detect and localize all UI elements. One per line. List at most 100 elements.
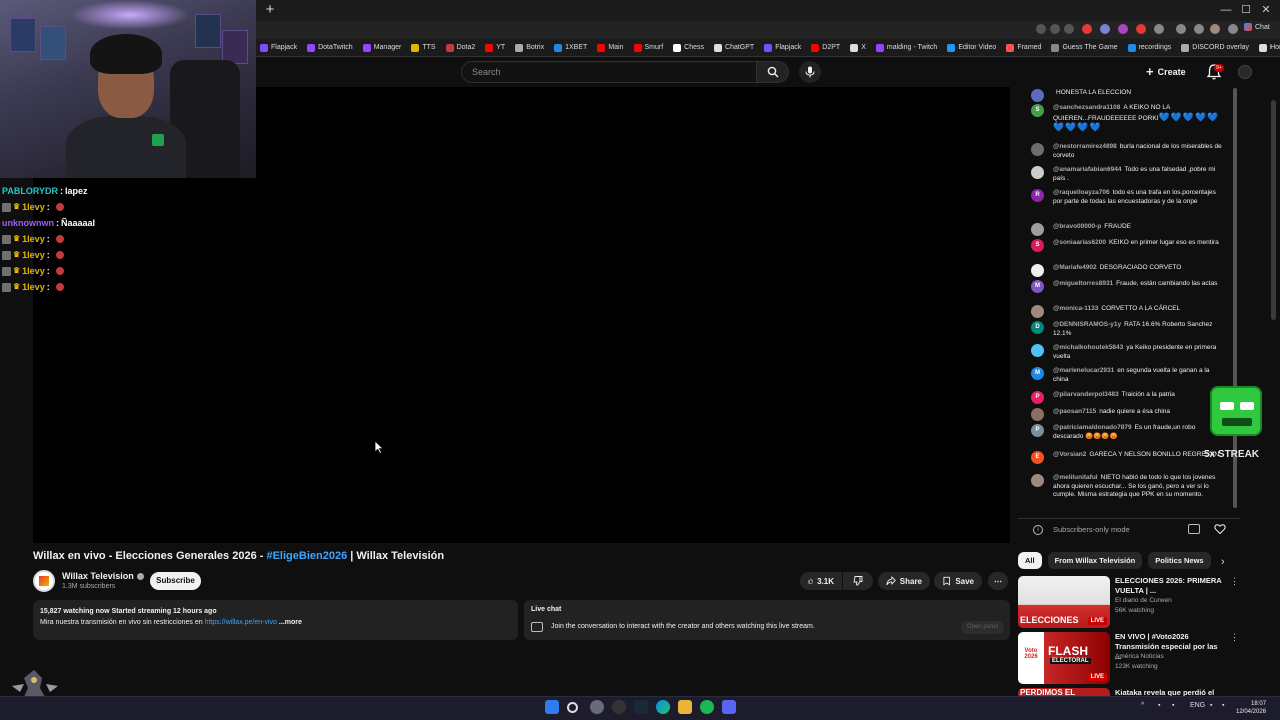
description-box[interactable]: 15,827 watching now Started streaming 12… <box>33 600 518 640</box>
channel-avatar[interactable] <box>33 570 55 592</box>
recommendation-title[interactable]: Kiataka revela que perdió el <box>1115 688 1225 696</box>
bookmark-item[interactable]: Editor Video <box>947 43 996 52</box>
chat-author-name[interactable]: @bravo00000-p <box>1053 223 1101 230</box>
chat-author-name[interactable]: @paosan7115 <box>1053 408 1096 415</box>
like-button[interactable]: 3.1K <box>800 572 842 590</box>
search-input[interactable]: Search <box>461 61 757 83</box>
chips-next-arrow-icon[interactable]: › <box>1221 556 1225 568</box>
bookmark-item[interactable]: 1XBET <box>554 43 587 52</box>
bookmark-item[interactable]: DISCORD overlay <box>1181 43 1249 52</box>
bookmark-item[interactable]: Manager <box>362 43 401 52</box>
profile-avatar[interactable] <box>1210 24 1220 34</box>
chat-author-name[interactable]: @sanchezsandra1108 <box>1053 104 1120 111</box>
bookmarks-overflow-icon[interactable]: › <box>1269 42 1272 51</box>
chat-author-name[interactable]: @nestorramirez4898 <box>1053 143 1117 150</box>
chat-author-name[interactable]: @marlenelucar2931 <box>1053 367 1114 374</box>
bookmark-item[interactable]: Dota2 <box>445 43 475 52</box>
recommendation-item[interactable]: PERDIMOS EL Kiataka revela que perdió el <box>1018 688 1240 696</box>
extension-icon[interactable] <box>1154 24 1164 34</box>
recommendation-thumbnail[interactable]: Voto 2026 FLASH ELECTORAL LIVE <box>1018 632 1110 684</box>
recommendation-menu-icon[interactable]: ⋮ <box>1230 632 1239 643</box>
filter-chip[interactable]: Politics News <box>1148 552 1211 569</box>
chat-author-name[interactable]: @Vorsian2 <box>1053 451 1086 458</box>
chat-author-name[interactable]: @anamariafabian6944 <box>1053 166 1122 173</box>
chat-author-name[interactable]: @Mariafe4902 <box>1053 264 1097 271</box>
subscribe-button[interactable]: Subscribe <box>150 572 201 590</box>
page-scrollbar[interactable] <box>1271 100 1276 320</box>
chat-author-name[interactable]: @michalkohoutek5843 <box>1053 344 1123 351</box>
recommendation-title[interactable]: ELECCIONES 2026: PRIMERA VUELTA | ... <box>1115 576 1225 596</box>
chat-author-avatar[interactable] <box>1031 143 1044 156</box>
account-avatar[interactable] <box>1238 65 1252 79</box>
extension-icon[interactable] <box>1036 24 1046 34</box>
bookmark-item[interactable]: Botrix <box>515 43 544 52</box>
file-explorer-icon[interactable] <box>678 700 692 714</box>
bookmark-item[interactable]: Framed <box>1006 43 1041 52</box>
downloads-icon[interactable] <box>1194 24 1204 34</box>
network-icon[interactable]: ▪ <box>1210 702 1212 709</box>
recommendation-item[interactable]: Voto 2026 FLASH ELECTORAL LIVE EN VIVO |… <box>1018 632 1240 684</box>
recommendation-thumbnail[interactable]: ELECCIONES LIVE <box>1018 576 1110 628</box>
chat-author-avatar[interactable]: S <box>1031 239 1044 252</box>
info-icon[interactable]: i <box>1033 525 1043 535</box>
share-button[interactable]: Share <box>878 572 930 590</box>
chat-author-name[interactable]: @melilunitaful <box>1053 474 1098 481</box>
bookmark-item[interactable]: X <box>850 43 866 52</box>
chat-author-name[interactable]: @migueltorres8931 <box>1053 280 1113 287</box>
chat-author-avatar[interactable]: M <box>1031 280 1044 293</box>
windows-start-icon[interactable] <box>545 700 559 714</box>
steam-icon[interactable] <box>634 700 648 714</box>
chat-author-avatar[interactable] <box>1031 89 1044 102</box>
extension-icon[interactable] <box>1136 24 1146 34</box>
chat-author-avatar[interactable] <box>1031 166 1044 179</box>
create-button[interactable]: + Create <box>1146 63 1196 81</box>
menu-icon[interactable] <box>1228 24 1238 34</box>
tray-icon[interactable]: ▪ <box>1158 702 1160 709</box>
chat-author-avatar[interactable] <box>1031 264 1044 277</box>
extension-icon[interactable] <box>1118 24 1128 34</box>
more-actions-button[interactable]: ⋯ <box>988 572 1008 590</box>
chat-author-avatar[interactable]: P <box>1031 424 1044 437</box>
close-window-button[interactable]: ✕ <box>1256 2 1276 18</box>
chat-author-name[interactable]: @patriciamaldonado7879 <box>1053 424 1132 431</box>
bookmark-item[interactable]: Smurf <box>633 43 663 52</box>
voice-search-button[interactable] <box>799 61 821 83</box>
edge-browser-icon[interactable] <box>656 700 670 714</box>
chat-author-name[interactable]: @raquelloayza706 <box>1053 189 1110 196</box>
star-icon[interactable] <box>1064 24 1074 34</box>
chat-author-name[interactable]: @monica-1133 <box>1053 305 1098 312</box>
recommendation-channel[interactable]: El diario de Curwen <box>1115 597 1172 604</box>
chat-extension-button[interactable]: Chat <box>1244 23 1270 31</box>
bookmark-item[interactable]: recordings <box>1127 43 1171 52</box>
maximize-button[interactable]: ☐ <box>1236 2 1256 18</box>
volume-icon[interactable]: ▪ <box>1222 702 1224 709</box>
tray-icon[interactable]: ▪ <box>1172 702 1174 709</box>
dislike-button[interactable] <box>843 572 873 590</box>
heart-reaction-icon[interactable] <box>1214 523 1226 535</box>
chat-author-avatar[interactable] <box>1031 408 1044 421</box>
tray-overflow-icon[interactable]: ^ <box>1141 702 1144 709</box>
description-link[interactable]: https://willax.pe/en-vivo <box>205 619 277 626</box>
chat-author-avatar[interactable] <box>1031 474 1044 487</box>
discord-icon[interactable] <box>722 700 736 714</box>
recommendation-thumbnail[interactable]: PERDIMOS EL <box>1018 688 1110 696</box>
recommendation-menu-icon[interactable]: ⋮ <box>1230 576 1239 587</box>
recommendation-item[interactable]: ELECCIONES LIVE ELECCIONES 2026: PRIMERA… <box>1018 576 1240 628</box>
recommendation-channel[interactable]: América Noticias <box>1115 653 1164 660</box>
search-button[interactable] <box>757 61 789 83</box>
filter-chip[interactable]: From Willax Televisión <box>1047 552 1143 569</box>
channel-name-link[interactable]: Willax Television <box>62 571 144 581</box>
chat-author-avatar[interactable]: P <box>1031 391 1044 404</box>
chat-author-avatar[interactable] <box>1031 344 1044 357</box>
chat-author-avatar[interactable]: E <box>1031 451 1044 464</box>
app-icon[interactable] <box>590 700 604 714</box>
bookmark-item[interactable]: Flapjack <box>260 43 297 52</box>
bookmark-item[interactable]: D2PT <box>811 43 840 52</box>
zoom-icon[interactable] <box>1050 24 1060 34</box>
bookmark-item[interactable]: Flapjack <box>764 43 801 52</box>
language-indicator[interactable]: ENG <box>1190 702 1205 709</box>
bookmark-item[interactable]: Guess The Game <box>1051 43 1118 52</box>
open-panel-button[interactable]: Open panel <box>960 621 1004 634</box>
new-tab-button[interactable]: + <box>262 2 278 18</box>
chat-author-avatar[interactable]: D <box>1031 321 1044 334</box>
